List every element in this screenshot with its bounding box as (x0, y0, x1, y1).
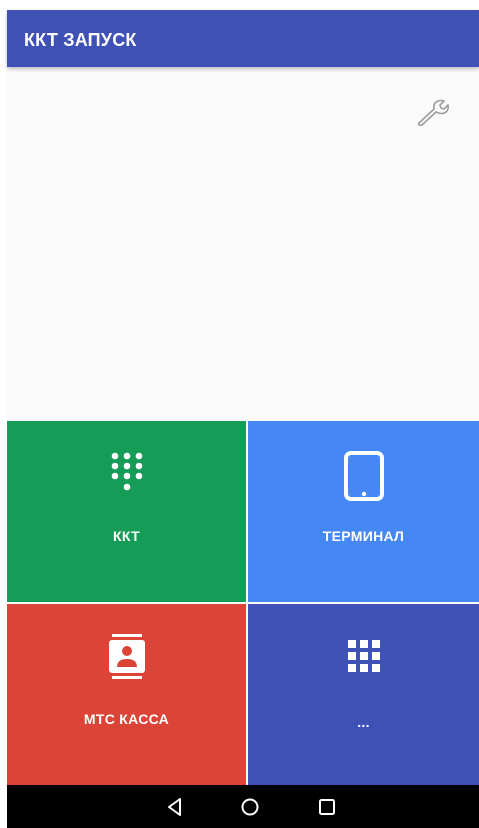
tile-label: ТЕРМИНАЛ (322, 528, 405, 544)
tile-label: ККТ (113, 528, 140, 544)
tile-label: ... (357, 714, 370, 730)
tile-mts-kassa[interactable]: МТС КАССА (7, 604, 246, 785)
contact-card-icon (7, 634, 246, 680)
system-nav-bar (7, 785, 479, 828)
tile-kkt[interactable]: ККТ (7, 421, 246, 602)
tile-more[interactable]: ... (248, 604, 479, 785)
tile-label: МТС КАССА (83, 711, 170, 727)
launcher-grid: ККТ ТЕРМИНАЛ МТС КАССА ... (7, 421, 479, 785)
home-icon[interactable] (230, 785, 270, 828)
page-title: ККТ ЗАПУСК (24, 30, 137, 50)
tablet-icon (248, 451, 479, 501)
wrench-icon[interactable] (415, 97, 451, 127)
app-window: ККТ ЗАПУСК ККТ ТЕРМИНАЛ МТС КАССА ... (7, 10, 479, 828)
recents-icon[interactable] (307, 785, 347, 828)
app-bar: ККТ ЗАПУСК (7, 10, 479, 67)
back-icon[interactable] (155, 785, 195, 828)
dialpad-icon (7, 451, 246, 497)
tile-terminal[interactable]: ТЕРМИНАЛ (248, 421, 479, 602)
main-content-area (7, 67, 479, 421)
apps-grid-icon (248, 640, 479, 672)
